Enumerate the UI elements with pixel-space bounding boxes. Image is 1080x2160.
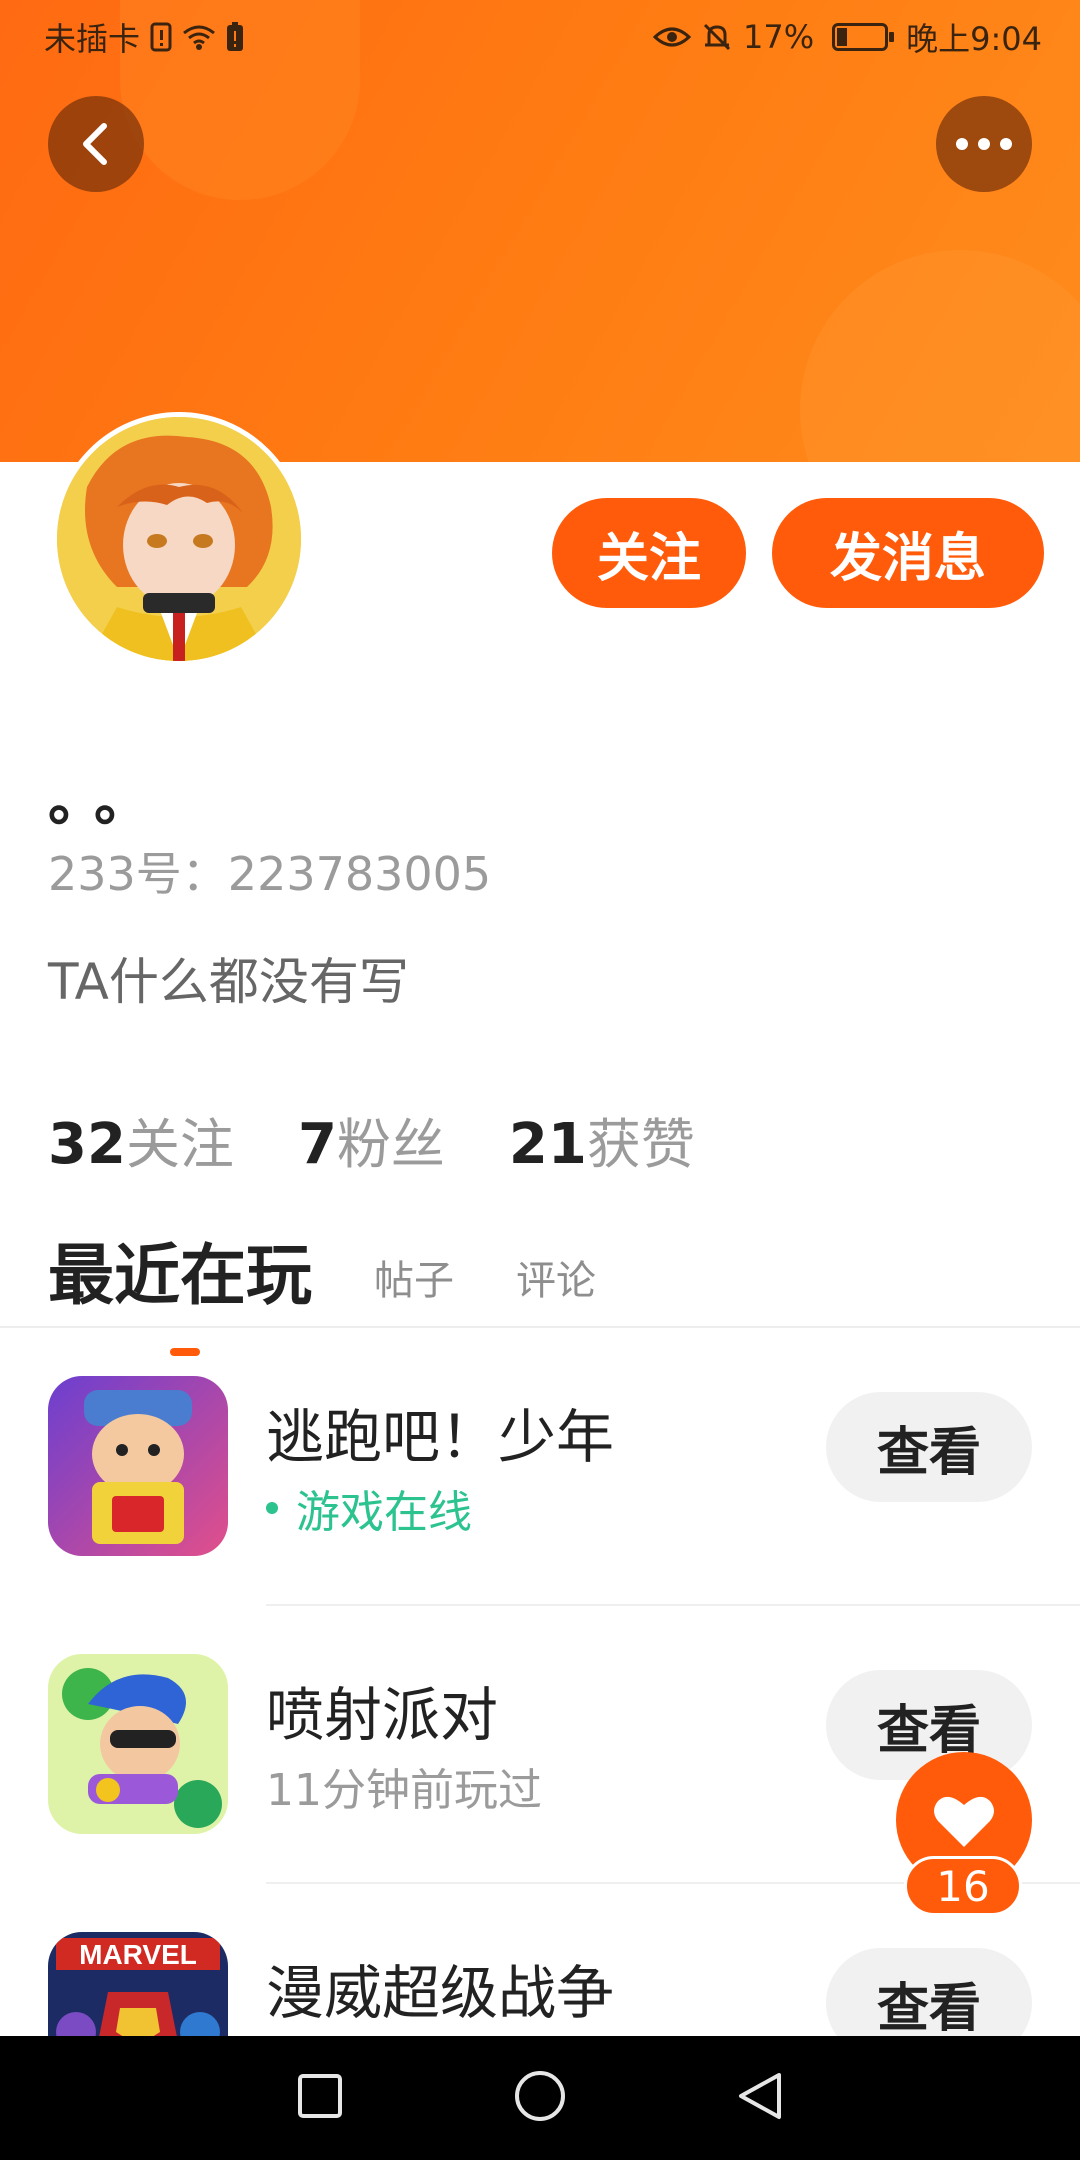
game-title: 漫威超级战争 bbox=[266, 1959, 615, 2027]
profile-banner: 未插卡 17% 晚上9:04 bbox=[0, 0, 1080, 462]
home-icon[interactable] bbox=[513, 2069, 567, 2127]
clock-time: 晚上9:04 bbox=[906, 20, 1042, 58]
battery-warning-icon bbox=[226, 22, 244, 52]
stat-count: 32 bbox=[48, 1112, 126, 1177]
game-title: 逃跑吧！少年 bbox=[266, 1403, 615, 1471]
online-dot bbox=[266, 1502, 278, 1514]
bio-text: TA什么都没有写 bbox=[48, 953, 409, 1011]
follow-button[interactable]: 关注 bbox=[552, 498, 746, 608]
stat-likes: 21 获赞 bbox=[509, 1100, 695, 1179]
stat-label: 关注 bbox=[125, 1113, 234, 1176]
stat-count: 7 bbox=[297, 1112, 337, 1177]
game-icon-splash-party bbox=[48, 1654, 228, 1834]
game-status: 游戏在线 bbox=[266, 1476, 472, 1540]
tab-comments[interactable]: 评论 bbox=[516, 1248, 596, 1318]
profile-stats: 32 关注 7 粉丝 21 获赞 bbox=[48, 1100, 695, 1179]
nickname: 。。 bbox=[48, 769, 168, 834]
tab-recently-played[interactable]: 最近在玩 bbox=[48, 1222, 312, 1356]
svg-text:MARVEL: MARVEL bbox=[79, 1939, 197, 1970]
battery-percent: 17% bbox=[743, 18, 815, 56]
stat-label: 获赞 bbox=[586, 1113, 695, 1176]
profile-tabs: 最近在玩 帖子 评论 bbox=[48, 1222, 596, 1356]
game-status-text: 游戏在线 bbox=[296, 1487, 472, 1538]
back-button[interactable] bbox=[48, 96, 144, 192]
game-status-text: 11分钟前玩过 bbox=[266, 1765, 542, 1816]
bell-off-icon bbox=[701, 21, 733, 53]
stat-count: 21 bbox=[508, 1112, 587, 1177]
banner-decoration bbox=[800, 250, 1080, 462]
stat-fans[interactable]: 7 粉丝 bbox=[298, 1100, 445, 1179]
list-item[interactable]: 逃跑吧！少年 游戏在线 查看 bbox=[0, 1328, 1080, 1606]
heart-icon bbox=[934, 1796, 994, 1847]
back-triangle-icon[interactable] bbox=[737, 2071, 783, 2125]
user-id: 233号：223783005 bbox=[48, 847, 492, 901]
recent-apps-icon[interactable] bbox=[297, 2073, 343, 2123]
avatar-illustration bbox=[57, 417, 301, 661]
battery-icon bbox=[832, 23, 895, 51]
system-nav-bar bbox=[0, 2036, 1080, 2160]
profile-page: 未插卡 17% 晚上9:04 关注 发消息 。。 233号：223783005 … bbox=[0, 0, 1080, 2160]
chevron-left-icon bbox=[83, 123, 107, 165]
message-button[interactable]: 发消息 bbox=[772, 498, 1044, 608]
avatar[interactable] bbox=[52, 412, 306, 666]
game-status: 11分钟前玩过 bbox=[266, 1754, 542, 1818]
sim-alert-icon bbox=[150, 22, 172, 52]
like-count-badge: 16 bbox=[904, 1856, 1022, 1916]
game-title: 喷射派对 bbox=[266, 1681, 499, 1749]
stat-label: 粉丝 bbox=[336, 1113, 445, 1176]
more-horizontal-icon bbox=[956, 138, 1012, 150]
game-icon-escape-boy bbox=[48, 1376, 228, 1556]
more-button[interactable] bbox=[936, 96, 1032, 192]
status-bar: 未插卡 17% 晚上9:04 bbox=[0, 0, 1080, 74]
stat-following[interactable]: 32 关注 bbox=[48, 1100, 234, 1179]
carrier-text: 未插卡 bbox=[44, 20, 141, 58]
wifi-icon bbox=[182, 23, 216, 51]
view-button[interactable]: 查看 bbox=[826, 1392, 1032, 1502]
tab-posts[interactable]: 帖子 bbox=[374, 1248, 454, 1318]
eye-icon bbox=[653, 24, 691, 50]
tab-label: 最近在玩 bbox=[48, 1237, 312, 1314]
